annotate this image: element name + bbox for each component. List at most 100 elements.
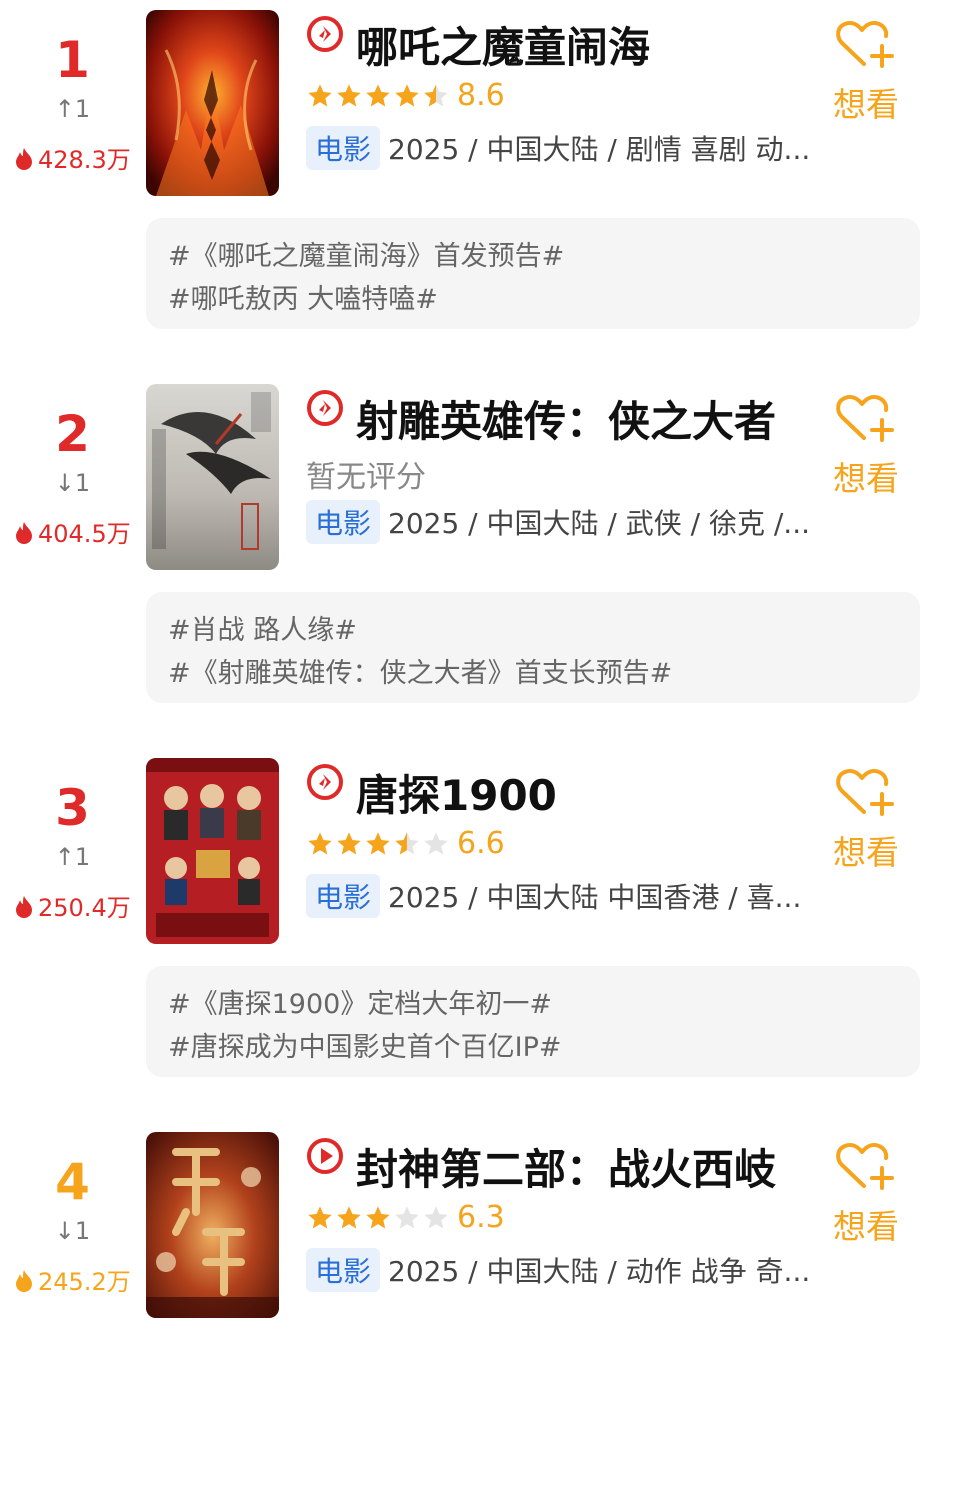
want-to-watch-button[interactable]: 想看 bbox=[826, 16, 906, 126]
star-icon bbox=[337, 83, 361, 106]
rank-number: 4 bbox=[55, 1153, 90, 1211]
list-item[interactable]: 3 ↑1 250.4万 唐探1900 6.6 电影 2025 / 中国大陆 中国… bbox=[0, 748, 960, 1122]
category-tag: 电影 bbox=[306, 1248, 381, 1292]
movie-meta-row: 电影 2025 / 中国大陆 / 剧情 喜剧 动... bbox=[306, 126, 816, 170]
topic-link[interactable]: #哪吒敖丙 大嗑特嗑# bbox=[168, 277, 438, 316]
movie-title-row[interactable]: 哪吒之魔童闹海 bbox=[306, 14, 826, 72]
movie-poster[interactable] bbox=[146, 1132, 279, 1318]
want-label: 想看 bbox=[833, 1207, 899, 1246]
star-icon bbox=[366, 831, 390, 854]
category-tag: 电影 bbox=[306, 874, 381, 918]
movie-title-row[interactable]: 封神第二部：战火西岐 bbox=[306, 1136, 826, 1194]
star-icon bbox=[308, 1205, 332, 1228]
star-empty-icon bbox=[424, 1205, 448, 1228]
star-empty-icon bbox=[395, 1205, 419, 1228]
movie-title-row[interactable]: 唐探1900 bbox=[306, 762, 826, 820]
movie-meta-row: 电影 2025 / 中国大陆 / 武侠 / 徐克 /... bbox=[306, 500, 816, 544]
topic-link[interactable]: #肖战 路人缘# bbox=[168, 608, 357, 647]
play-circle-icon[interactable] bbox=[306, 15, 344, 53]
movie-poster[interactable] bbox=[146, 758, 279, 944]
star-icon bbox=[366, 1205, 390, 1228]
rank-number: 2 bbox=[55, 405, 90, 463]
flame-icon bbox=[16, 896, 32, 918]
rating-score: 6.3 bbox=[457, 1200, 505, 1235]
movie-meta-row: 电影 2025 / 中国大陆 中国香港 / 喜... bbox=[306, 874, 816, 918]
rank-number: 1 bbox=[55, 31, 90, 89]
star-icon bbox=[395, 83, 419, 106]
star-empty-icon bbox=[424, 831, 448, 854]
heat-text: 250.4万 bbox=[38, 894, 131, 922]
rating-row: 6.6 bbox=[306, 826, 505, 866]
topic-link[interactable]: #《射雕英雄传：侠之大者》首支长预告# bbox=[168, 651, 672, 690]
movie-title: 哪吒之魔童闹海 bbox=[356, 23, 651, 72]
rating-stars bbox=[306, 830, 451, 858]
want-label: 想看 bbox=[833, 459, 899, 498]
heat-value: 245.2万 bbox=[14, 1262, 139, 1297]
star-icon bbox=[308, 831, 332, 854]
list-item[interactable]: 4 ↓1 245.2万 封神第二部：战火西岐 6.3 电影 2025 / 中国大… bbox=[0, 1122, 960, 1496]
play-circle-icon[interactable] bbox=[306, 763, 344, 801]
flame-icon bbox=[16, 1270, 32, 1292]
topic-box: #《唐探1900》定档大年初一# #唐探成为中国影史首个百亿IP# bbox=[146, 966, 920, 1077]
poster-image bbox=[146, 1132, 279, 1318]
rank-trend: ↓1 bbox=[54, 1217, 91, 1245]
topic-link[interactable]: #唐探成为中国影史首个百亿IP# bbox=[168, 1025, 562, 1064]
heat-text: 245.2万 bbox=[38, 1268, 131, 1296]
topic-box: #肖战 路人缘# #《射雕英雄传：侠之大者》首支长预告# bbox=[146, 592, 920, 703]
list-item[interactable]: 1 ↑1 428.3万 哪吒之魔童闹海 8.6 电影 2025 / 中国大陆 /… bbox=[0, 0, 960, 374]
want-to-watch-button[interactable]: 想看 bbox=[826, 764, 906, 874]
ranking-list: 1 ↑1 428.3万 哪吒之魔童闹海 8.6 电影 2025 / 中国大陆 /… bbox=[0, 0, 960, 1336]
movie-meta-row: 电影 2025 / 中国大陆 / 动作 战争 奇... bbox=[306, 1248, 816, 1292]
movie-title: 射雕英雄传：侠之大者 bbox=[356, 397, 777, 446]
rating-score: 8.6 bbox=[457, 78, 505, 113]
heat-value: 404.5万 bbox=[14, 514, 139, 549]
movie-poster[interactable] bbox=[146, 10, 279, 196]
rating-row: 6.3 bbox=[306, 1200, 505, 1240]
topic-link[interactable]: #《哪吒之魔童闹海》首发预告# bbox=[168, 234, 564, 273]
movie-poster[interactable] bbox=[146, 384, 279, 570]
flame-icon bbox=[16, 148, 32, 170]
rating-stars bbox=[306, 82, 451, 110]
topic-link[interactable]: #《唐探1900》定档大年初一# bbox=[168, 982, 552, 1021]
heat-value: 428.3万 bbox=[14, 140, 139, 175]
category-tag: 电影 bbox=[306, 126, 381, 170]
heat-text: 428.3万 bbox=[38, 146, 131, 174]
rating-score: 6.6 bbox=[457, 826, 505, 861]
poster-image bbox=[146, 758, 279, 944]
rating-stars bbox=[306, 1204, 451, 1232]
heart-plus-icon bbox=[836, 394, 894, 442]
want-to-watch-button[interactable]: 想看 bbox=[826, 390, 906, 500]
rating-row: 8.6 bbox=[306, 78, 505, 118]
no-rating-text: 暂无评分 bbox=[306, 460, 426, 495]
topic-box: #《哪吒之魔童闹海》首发预告# #哪吒敖丙 大嗑特嗑# bbox=[146, 218, 920, 329]
star-icon bbox=[366, 83, 390, 106]
heat-value: 250.4万 bbox=[14, 888, 139, 923]
poster-image bbox=[146, 384, 279, 570]
movie-meta: 2025 / 中国大陆 / 剧情 喜剧 动... bbox=[388, 133, 811, 166]
movie-title: 封神第二部：战火西岐 bbox=[356, 1145, 777, 1194]
category-tag: 电影 bbox=[306, 500, 381, 544]
star-icon bbox=[308, 83, 332, 106]
movie-meta: 2025 / 中国大陆 / 动作 战争 奇... bbox=[388, 1255, 811, 1288]
list-item[interactable]: 2 ↓1 404.5万 射雕英雄传：侠之大者 暂无评分 电影 2025 / 中国… bbox=[0, 374, 960, 748]
rank-number: 3 bbox=[55, 779, 90, 837]
want-label: 想看 bbox=[833, 85, 899, 124]
movie-title: 唐探1900 bbox=[356, 771, 557, 820]
want-to-watch-button[interactable]: 想看 bbox=[826, 1138, 906, 1248]
star-half-icon bbox=[395, 831, 419, 854]
star-icon bbox=[337, 831, 361, 854]
play-circle-icon[interactable] bbox=[306, 389, 344, 427]
play-circle-icon[interactable] bbox=[306, 1137, 344, 1175]
heart-plus-icon bbox=[836, 768, 894, 816]
movie-meta: 2025 / 中国大陆 / 武侠 / 徐克 /... bbox=[388, 507, 811, 540]
rating-row: 暂无评分 bbox=[306, 452, 426, 495]
heart-plus-icon bbox=[836, 20, 894, 68]
poster-image bbox=[146, 10, 279, 196]
movie-title-row[interactable]: 射雕英雄传：侠之大者 bbox=[306, 388, 826, 446]
star-icon bbox=[337, 1205, 361, 1228]
heat-text: 404.5万 bbox=[38, 520, 131, 548]
flame-icon bbox=[16, 522, 32, 544]
want-label: 想看 bbox=[833, 833, 899, 872]
rank-trend: ↑1 bbox=[54, 95, 91, 123]
movie-meta: 2025 / 中国大陆 中国香港 / 喜... bbox=[388, 881, 802, 914]
